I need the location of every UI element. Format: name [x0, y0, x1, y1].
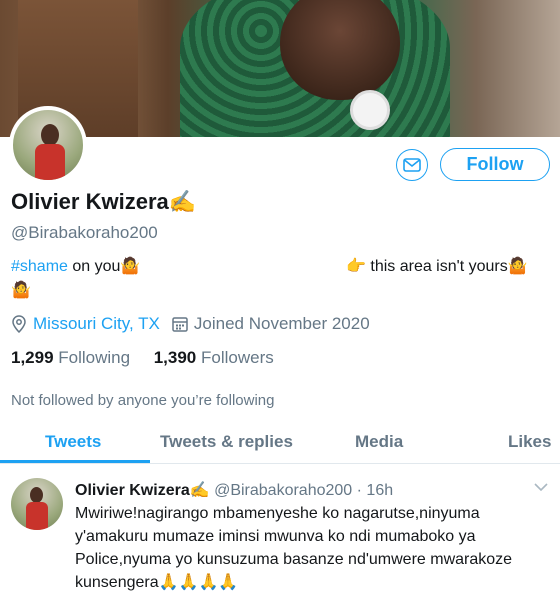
bio-text-1: on you🤷	[67, 258, 141, 275]
avatar-head-shape	[41, 124, 59, 146]
followers-count: 1,390	[153, 348, 197, 367]
not-followed-notice: Not followed by anyone you’re following	[11, 392, 275, 409]
avatar-shirt-shape	[35, 144, 65, 180]
profile-tabs: Tweets Tweets & replies Media Likes	[0, 420, 560, 464]
tweet-item[interactable]: Olivier Kwizera✍️ @Birabakoraho200 · 16h…	[0, 466, 560, 600]
tweet-author-name[interactable]: Olivier Kwizera✍️	[75, 482, 210, 499]
location-pin-icon	[12, 315, 26, 333]
following-count: 1,299	[11, 348, 54, 367]
chevron-down-icon[interactable]	[534, 478, 548, 494]
banner-earbud-shape	[350, 90, 390, 130]
profile-meta: Missouri City, TX Joined November 2020	[11, 314, 370, 334]
tab-likes[interactable]: Likes	[508, 432, 551, 452]
bio-hashtag-link[interactable]: #shame	[11, 258, 68, 275]
profile-handle: @Birabakoraho200	[11, 223, 158, 242]
following-label: Following	[58, 348, 131, 367]
tweet-header: Olivier Kwizera✍️ @Birabakoraho200 · 16h	[75, 480, 393, 500]
follow-counts: 1,299 Following 1,390 Followers	[11, 348, 274, 368]
profile-banner[interactable]	[0, 0, 560, 137]
joined-date: Joined November 2020	[193, 314, 370, 333]
profile-avatar[interactable]	[9, 106, 87, 184]
location-link[interactable]: Missouri City, TX	[33, 314, 160, 334]
tweet-avatar[interactable]	[11, 478, 63, 530]
tab-tweets[interactable]: Tweets	[45, 432, 101, 452]
tweet-handle-time: @Birabakoraho200 · 16h	[209, 482, 394, 499]
envelope-icon	[403, 158, 421, 172]
following-link[interactable]: 1,299 Following	[11, 348, 130, 367]
followers-label: Followers	[201, 348, 274, 367]
bio-line-1: #shame on you🤷	[11, 256, 140, 276]
calendar-icon	[172, 317, 188, 332]
active-tab-indicator	[0, 460, 150, 463]
follow-button[interactable]: Follow	[440, 148, 550, 181]
followers-link[interactable]: 1,390 Followers	[154, 348, 274, 367]
profile-name: Olivier Kwizera✍️	[11, 189, 197, 214]
tab-tweets-replies[interactable]: Tweets & replies	[160, 432, 293, 452]
message-button[interactable]	[396, 149, 428, 181]
tweet-avatar-head-shape	[30, 487, 43, 503]
tweet-avatar-shirt-shape	[26, 502, 48, 530]
bio-line-3: 🤷	[11, 282, 31, 299]
tweet-text: Mwiriwe!nagirango mbamenyeshe ko nagarut…	[75, 505, 513, 591]
tab-media[interactable]: Media	[355, 432, 403, 452]
bio-line-2: 👉 this area isn't yours🤷	[346, 258, 528, 275]
